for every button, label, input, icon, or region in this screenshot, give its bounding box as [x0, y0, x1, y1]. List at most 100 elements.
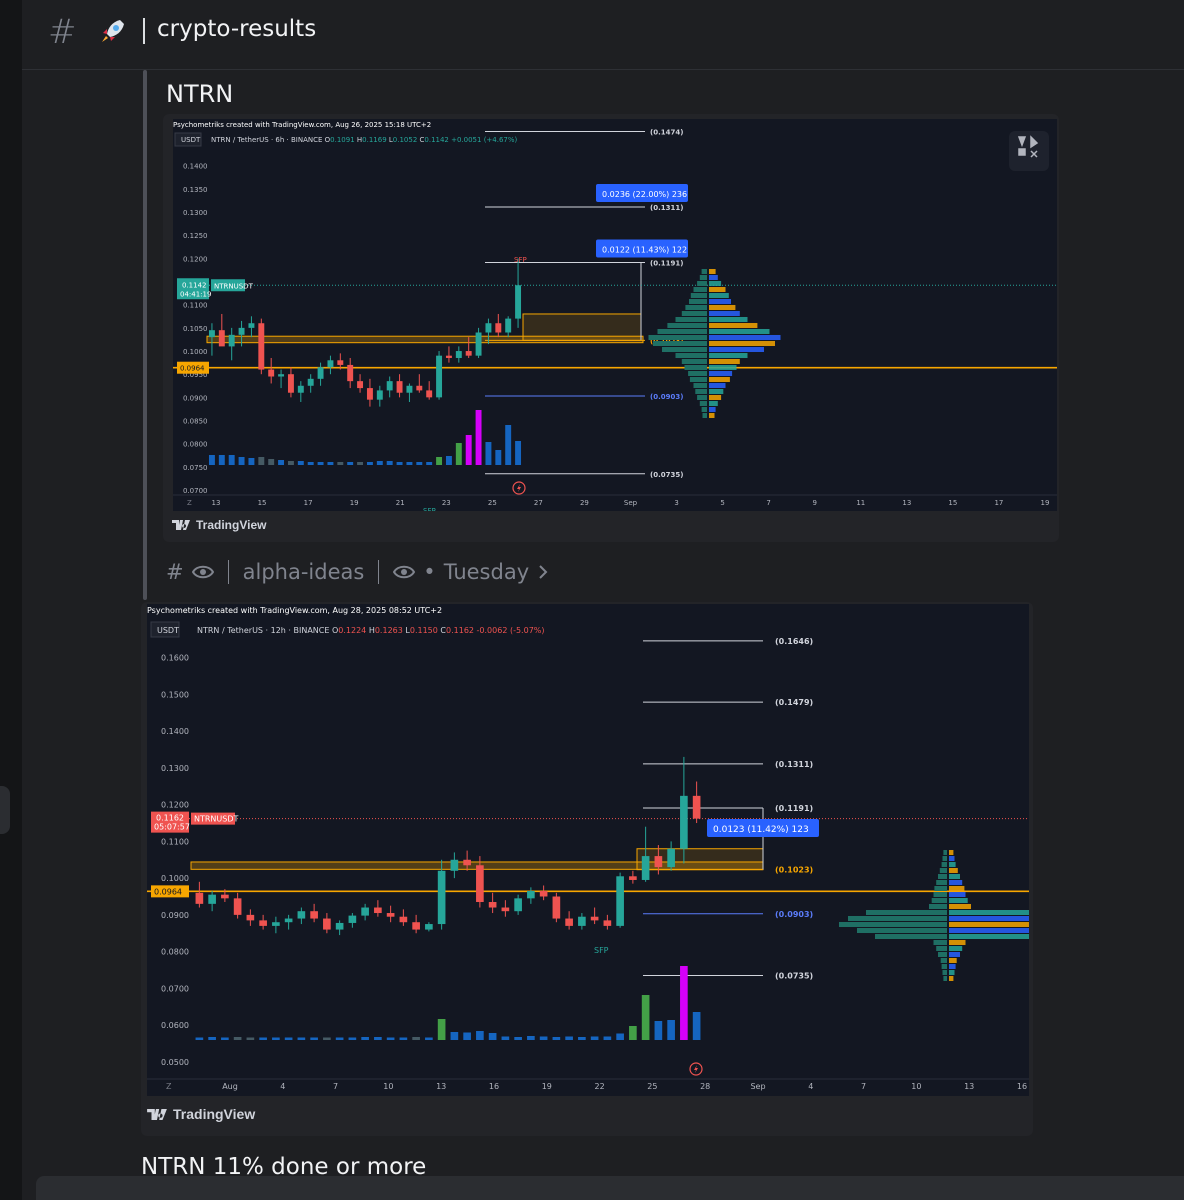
volume-profile-bar [709, 293, 729, 298]
candle-body [268, 369, 275, 377]
volume-profile-bar [949, 922, 1029, 927]
y-tick-label: 0.1000 [183, 348, 208, 356]
volume-bar [514, 1037, 522, 1040]
x-tick-label: 27 [534, 499, 543, 507]
candle-body [475, 332, 482, 356]
volume-profile-bar [689, 377, 707, 382]
candle-body [488, 902, 497, 908]
volume-bar [603, 1036, 612, 1040]
y-tick-label: 0.1200 [161, 801, 189, 810]
volume-bar [436, 457, 443, 465]
symbol-line: NTRN / TetherUS · 6h · BINANCE O0.1091 H… [211, 136, 518, 144]
volume-bar [641, 995, 650, 1040]
y-tick-label: 0.0700 [183, 487, 208, 495]
volume-bar [527, 1036, 535, 1040]
volume-profile-bar [949, 958, 957, 963]
volume-profile-bar [681, 311, 707, 316]
x-tick-label: 19 [350, 499, 359, 507]
volume-profile-bar [929, 904, 947, 909]
volume-profile-bar [949, 874, 960, 879]
y-tick-label: 0.1500 [161, 690, 189, 699]
y-tick-label: 0.1600 [161, 654, 189, 663]
candle-body [195, 892, 204, 904]
candle-body [317, 367, 324, 379]
thread-link[interactable]: # alpha-ideas • Tuesday [166, 556, 549, 588]
fib-level-label: (0.1311) [650, 204, 683, 212]
chart-header: Psychometriks created with TradingView.c… [173, 121, 431, 129]
current-price-value: 0.1142 [182, 281, 207, 289]
volume-profile-bar [695, 389, 707, 394]
fib-level-label: (0.1479) [775, 698, 813, 707]
candle-body [514, 898, 522, 912]
candle-body [310, 911, 318, 919]
volume-bar [248, 458, 255, 465]
candle-body [667, 848, 675, 868]
y-tick-label: 0.0600 [161, 1021, 189, 1030]
candle-body [501, 907, 510, 912]
candle-body [590, 916, 599, 921]
volume-bar [376, 461, 383, 465]
fib-level-label: (0.1191) [650, 260, 683, 268]
candle-body [396, 381, 403, 393]
x-tick-label: 29 [580, 499, 589, 507]
thread-channel-name[interactable]: alpha-ideas [243, 560, 365, 584]
target-box [522, 313, 642, 341]
candle-body [539, 890, 548, 897]
volume-profile-bar [949, 952, 960, 957]
fib-level-label: (0.0903) [775, 910, 813, 919]
candle-body [366, 388, 373, 400]
x-tick-label: 4 [808, 1082, 813, 1091]
chart-image-2[interactable]: Psychometriks created with TradingView.c… [147, 604, 1029, 1096]
volume-profile-bar [657, 329, 707, 334]
y-tick-label: 0.0700 [161, 984, 189, 993]
volume-bar [221, 1037, 229, 1040]
volume-bar [337, 462, 344, 465]
x-tick-label: 19 [1041, 499, 1050, 507]
volume-bar [374, 1037, 382, 1040]
volume-bar [323, 1037, 331, 1040]
volume-profile-bar [943, 850, 947, 855]
candle-body [527, 890, 535, 899]
volume-profile-bar [690, 293, 707, 298]
volume-bar [208, 455, 215, 465]
volume-profile-bar [709, 359, 740, 364]
target-label: 0.0122 (11.43%) 122 [602, 246, 687, 255]
volume-bar [208, 1037, 216, 1040]
tradingview-icon [147, 1108, 167, 1120]
volume-profile-bar [675, 317, 707, 322]
tradingview-logo-text: TradingView [196, 518, 267, 532]
candle-body [221, 894, 229, 899]
volume-bar [412, 1037, 420, 1040]
volume-profile-bar [689, 299, 707, 304]
volume-profile-bar [839, 922, 947, 927]
y-tick-label: 0.0750 [183, 464, 208, 472]
candle-body [629, 876, 637, 880]
candlestick-chart-12h: Psychometriks created with TradingView.c… [147, 606, 1029, 1091]
volume-profile-bar [875, 934, 947, 939]
volume-bar [399, 1037, 408, 1040]
chevron-right-icon[interactable] [537, 564, 549, 580]
y-tick-label: 0.0800 [183, 441, 208, 449]
x-tick-label: 9 [812, 499, 816, 507]
candle-body [476, 865, 484, 903]
quote-bar [143, 70, 147, 600]
candle-body [654, 856, 663, 868]
x-tick-label: 25 [647, 1082, 657, 1091]
candle-body [287, 374, 294, 393]
chart-image-1[interactable]: Psychometriks created with TradingView.c… [173, 119, 1057, 511]
x-tick-label: 15 [258, 499, 267, 507]
lightning-icon [694, 1065, 698, 1073]
volume-profile-bar [709, 341, 775, 346]
candle-body [399, 916, 408, 923]
volume-profile-bar [943, 976, 947, 981]
x-tick-label: 5 [720, 499, 724, 507]
volume-bar [348, 1037, 357, 1040]
collapse-handle[interactable] [0, 786, 10, 834]
volume-profile-bar [942, 856, 947, 861]
y-tick-label: 0.0850 [183, 418, 208, 426]
message-composer[interactable] [36, 1176, 1184, 1200]
volume-bar [463, 1032, 471, 1040]
candle-body [348, 915, 357, 923]
x-tick-label: 10 [911, 1082, 921, 1091]
y-tick-label: 0.1250 [183, 232, 208, 240]
